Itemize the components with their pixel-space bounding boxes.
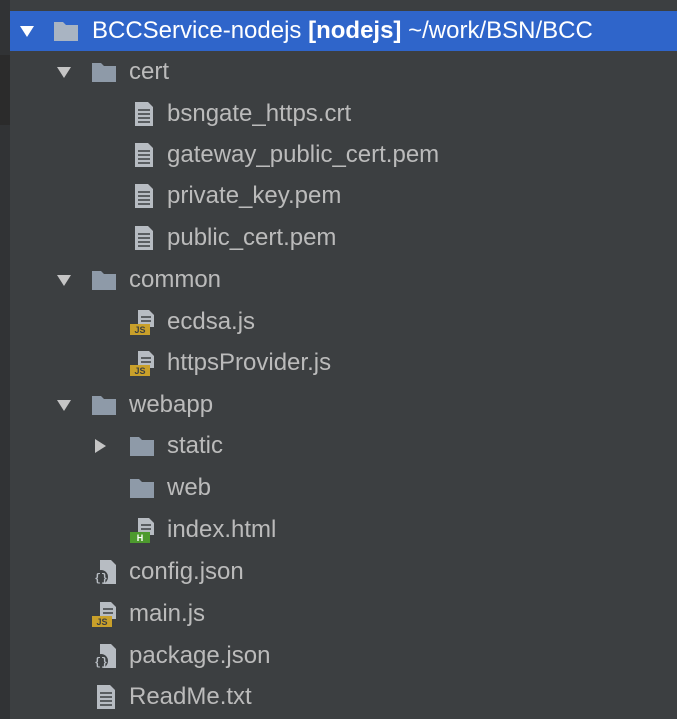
json-file-icon: {} [94,644,116,669]
file-name: httpsProvider.js [167,349,332,376]
folder-icon [92,271,116,290]
text-file-icon [135,184,153,208]
file-name: config.json [129,558,244,585]
tree-node-web[interactable]: web [10,468,677,508]
expand-arrow-icon[interactable] [16,11,38,51]
javascript-file-icon: JS [130,310,154,335]
left-gutter [0,0,10,719]
root-module: [nodejs] [308,17,402,44]
file-name: gateway_public_cert.pem [167,141,440,168]
js-badge: JS [134,325,145,335]
js-badge: JS [134,366,145,376]
javascript-file-icon: JS [130,351,154,376]
tree-node-file[interactable]: {} package.json [10,636,677,676]
tree-node-file[interactable]: gateway_public_cert.pem [10,135,677,175]
root-name: BCCService-nodejs [92,17,302,44]
tree-node-file[interactable]: H index.html [10,510,677,550]
tree-node-file[interactable]: bsngate_https.crt [10,94,677,134]
file-name: bsngate_https.crt [167,100,352,127]
text-file-icon [135,102,153,126]
tree-node-file[interactable]: public_cert.pem [10,218,677,258]
project-tree[interactable]: BCCService-nodejs [nodejs] ~/work/BSN/BC… [10,0,677,719]
html-file-icon: H [130,518,154,543]
folder-name: webapp [129,391,214,418]
folder-name: cert [129,58,170,85]
svg-text:{}: {} [94,573,107,585]
folder-icon [130,437,154,456]
folder-icon [54,22,78,41]
tree-node-file[interactable]: {} config.json [10,552,677,592]
file-name: package.json [129,642,271,669]
folder-icon [92,396,116,415]
tree-node-file[interactable]: JS main.js [10,594,677,634]
file-name: index.html [167,516,277,543]
folder-name: web [167,474,212,501]
tree-node-file[interactable]: ReadMe.txt [10,677,677,717]
tree-node-file[interactable]: private_key.pem [10,176,677,216]
tree-node-file[interactable]: JS ecdsa.js [10,302,677,342]
file-name: public_cert.pem [167,224,337,251]
tree-node-static[interactable]: static [10,426,677,466]
expand-arrow-icon[interactable] [53,52,75,92]
file-name: ecdsa.js [167,308,256,335]
folder-name: static [167,432,224,459]
text-file-icon [135,143,153,167]
folder-name: common [129,266,222,293]
file-name: private_key.pem [167,182,342,209]
tree-node-root[interactable]: BCCService-nodejs [nodejs] ~/work/BSN/BC… [10,11,677,51]
svg-text:{}: {} [94,657,107,669]
tree-node-webapp[interactable]: webapp [10,385,677,425]
root-path: ~/work/BSN/BCC [408,17,593,44]
folder-icon [130,479,154,498]
gutter-marker [0,55,10,125]
expand-arrow-icon[interactable] [53,385,75,425]
js-badge: JS [96,617,107,627]
text-file-icon [97,685,115,709]
javascript-file-icon: JS [92,602,116,627]
file-name: ReadMe.txt [129,683,252,710]
folder-icon [92,63,116,82]
tree-node-common[interactable]: common [10,260,677,300]
html-badge: H [137,533,144,543]
tree-node-file[interactable]: JS httpsProvider.js [10,343,677,383]
expand-arrow-icon[interactable] [53,260,75,300]
file-name: main.js [129,600,206,627]
tree-node-cert[interactable]: cert [10,52,677,92]
json-file-icon: {} [94,560,116,585]
text-file-icon [135,226,153,250]
collapsed-arrow-icon[interactable] [89,426,111,466]
